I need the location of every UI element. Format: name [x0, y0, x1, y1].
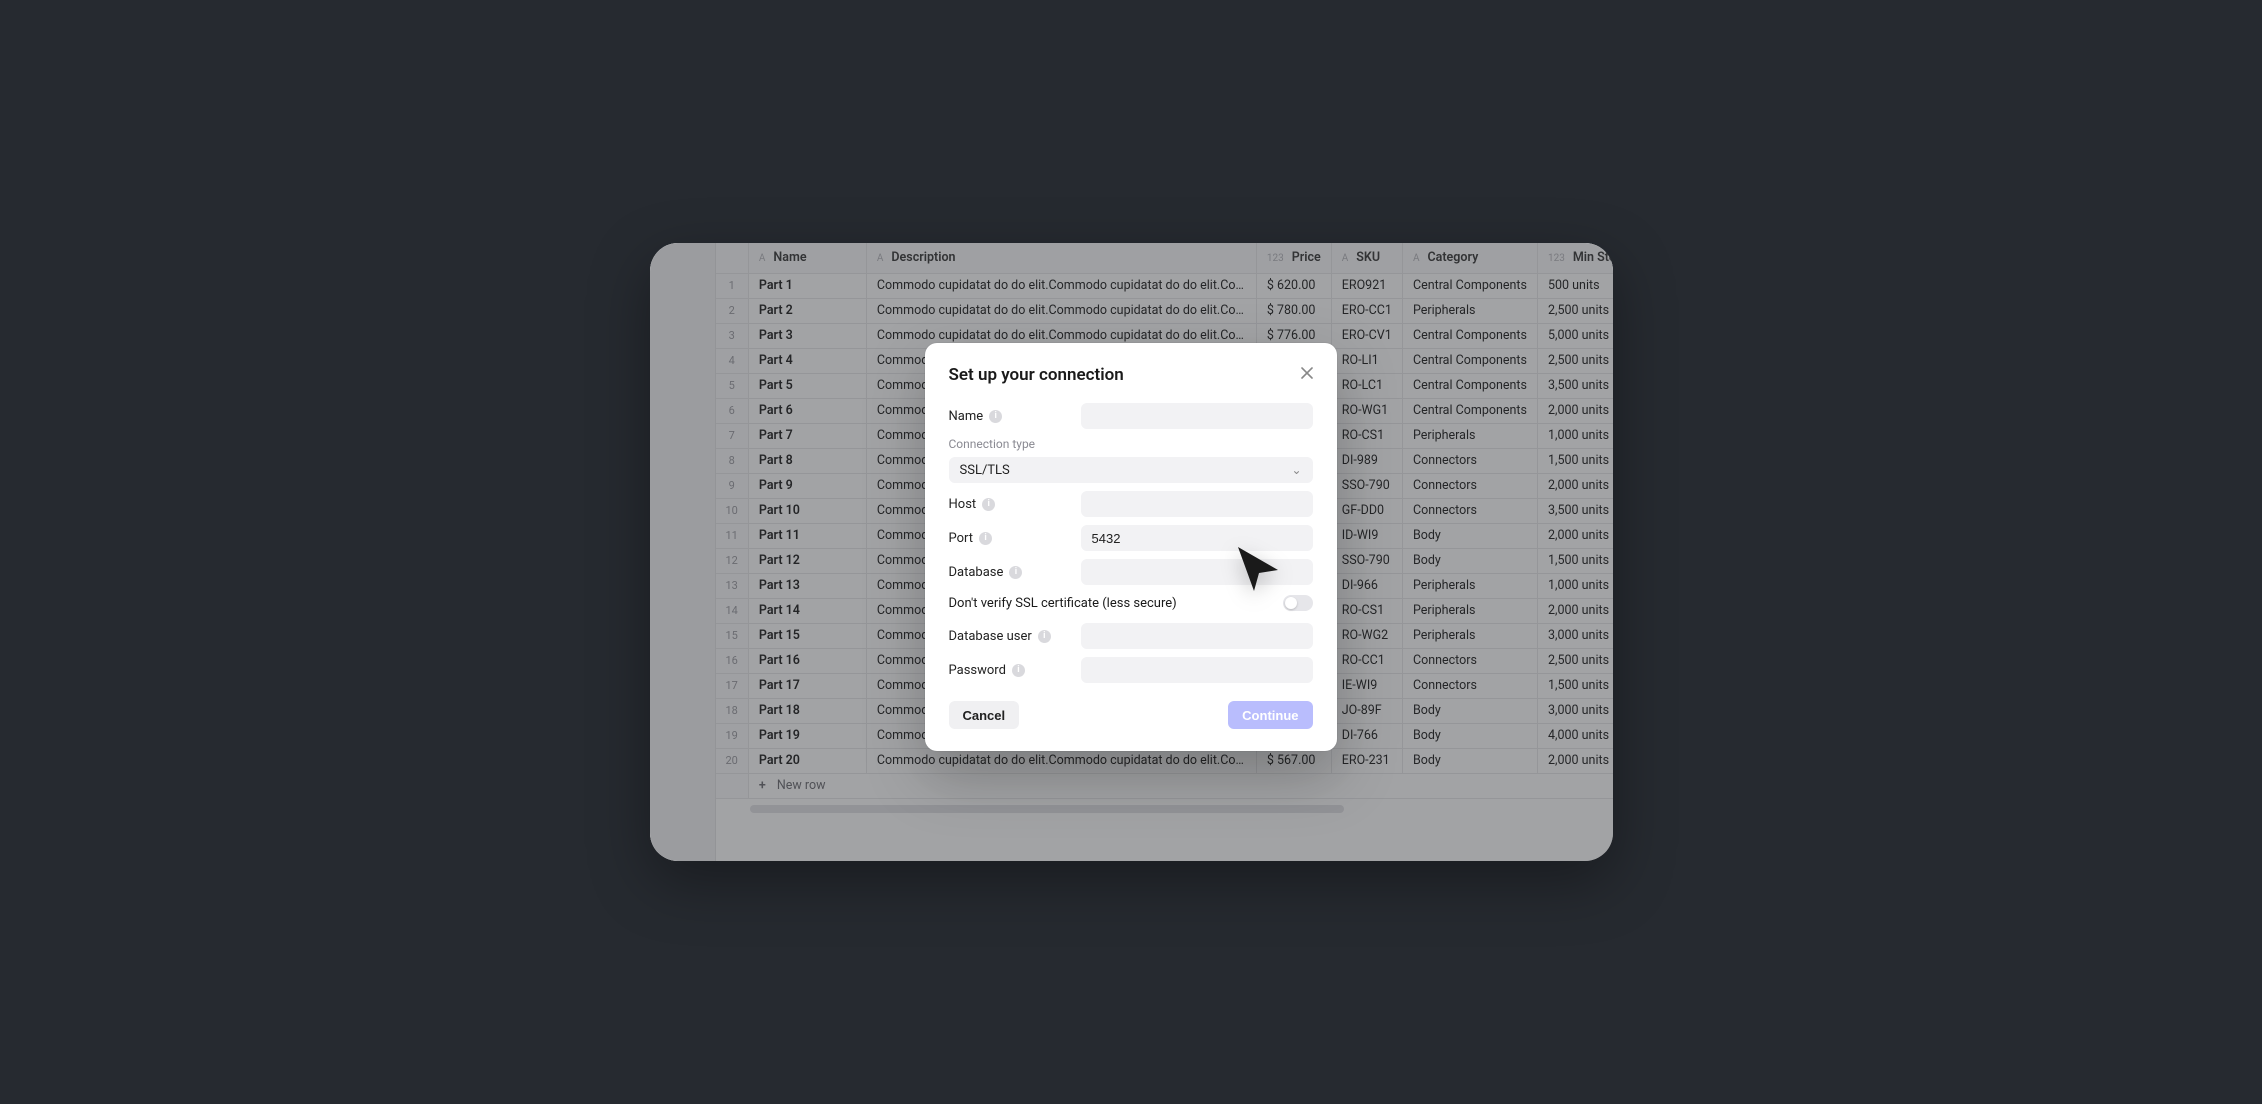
info-icon[interactable]: i	[989, 410, 1002, 423]
cancel-button[interactable]: Cancel	[949, 701, 1020, 729]
label-database: Databasei	[949, 565, 1069, 580]
label-host: Hosti	[949, 497, 1069, 512]
info-icon[interactable]: i	[979, 532, 992, 545]
name-input[interactable]	[1081, 403, 1313, 429]
database-input[interactable]	[1081, 559, 1313, 585]
continue-button[interactable]: Continue	[1228, 701, 1312, 729]
close-icon[interactable]	[1297, 363, 1317, 383]
ssl-verify-toggle[interactable]	[1283, 595, 1313, 611]
info-icon[interactable]: i	[1012, 664, 1025, 677]
chevron-down-icon: ⌄	[1291, 463, 1301, 477]
app-window: AName ADescription 123Price ASKU ACatego…	[650, 243, 1613, 861]
label-name: Namei	[949, 409, 1069, 424]
label-password: Passwordi	[949, 663, 1069, 678]
host-input[interactable]	[1081, 491, 1313, 517]
label-port: Porti	[949, 531, 1069, 546]
modal-title: Set up your connection	[949, 365, 1313, 385]
info-icon[interactable]: i	[1009, 566, 1022, 579]
ssl-verify-label: Don't verify SSL certificate (less secur…	[949, 596, 1177, 611]
connection-type-select[interactable]: SSL/TLS ⌄	[949, 457, 1313, 483]
connection-modal: Set up your connection Namei Connection …	[925, 343, 1337, 751]
info-icon[interactable]: i	[982, 498, 995, 511]
label-db-user: Database useri	[949, 629, 1069, 644]
port-input[interactable]	[1081, 525, 1313, 551]
label-connection-type: Connection type	[949, 437, 1313, 451]
db-user-input[interactable]	[1081, 623, 1313, 649]
info-icon[interactable]: i	[1038, 630, 1051, 643]
password-input[interactable]	[1081, 657, 1313, 683]
select-value: SSL/TLS	[960, 463, 1010, 478]
